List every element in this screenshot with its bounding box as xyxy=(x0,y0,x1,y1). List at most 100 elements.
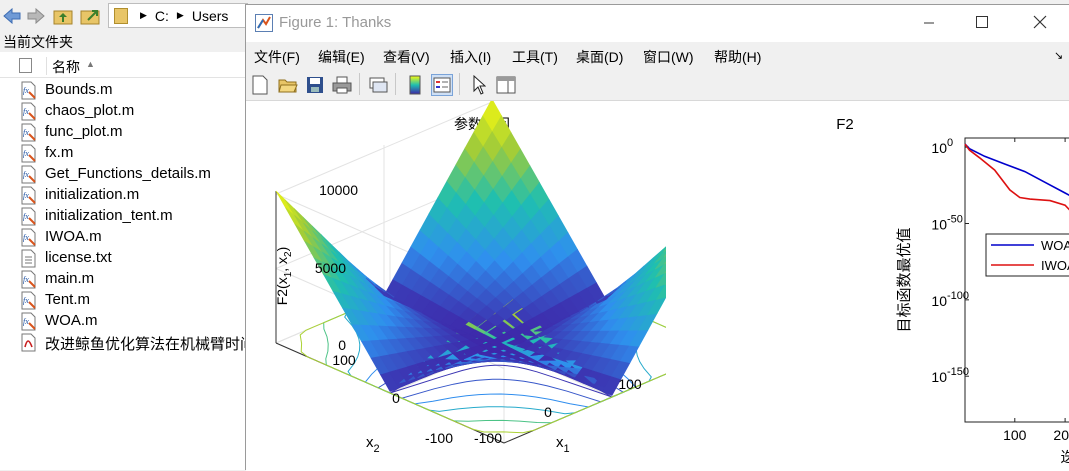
file-name: initialization_tent.m xyxy=(45,207,173,224)
menu-tools[interactable]: 工具(T) xyxy=(512,47,558,67)
surface-axes[interactable]: 参数空间 10000 5000 0 F2(x1, x2) 100 0 -100 … xyxy=(246,101,666,471)
menu-insert[interactable]: 插入(I) xyxy=(450,47,491,67)
file-list-item[interactable]: fx IWOA.m xyxy=(0,227,246,248)
x1-tick-label: 0 xyxy=(544,404,552,420)
title-bar[interactable]: Figure 1: Thanks xyxy=(246,5,1069,42)
property-editor-icon[interactable] xyxy=(495,74,517,96)
m-file-icon: fx xyxy=(20,207,38,226)
file-list: fx Bounds.m fx chaos_plot.m fx func_plot.m fx f… xyxy=(0,80,255,470)
link-plot-icon[interactable] xyxy=(367,74,389,96)
file-list-item[interactable]: fx initialization.m xyxy=(0,185,246,206)
m-file-icon: fx xyxy=(20,186,38,205)
toolbar-separator xyxy=(395,73,396,95)
x2-tick-label: 100 xyxy=(332,352,356,368)
browse-folder-icon[interactable] xyxy=(80,6,100,26)
y-tick-label: 10 xyxy=(931,293,947,309)
close-button[interactable] xyxy=(1018,5,1064,42)
figure-window: Figure 1: Thanks 文件(F) 编辑(E) 查看(V) 插入(I)… xyxy=(245,4,1069,471)
colorbar-icon[interactable] xyxy=(404,74,426,96)
open-file-icon[interactable] xyxy=(277,74,299,96)
pdf-file-icon xyxy=(20,333,38,352)
file-list-item[interactable]: fx func_plot.m xyxy=(0,122,246,143)
file-list-item[interactable]: fx Get_Functions_details.m xyxy=(0,164,246,185)
maximize-button[interactable] xyxy=(958,5,1004,42)
menu-help[interactable]: 帮助(H) xyxy=(714,47,761,67)
y-tick-label: 10 xyxy=(931,140,947,156)
surface-face xyxy=(275,190,295,216)
new-figure-icon[interactable] xyxy=(249,74,271,96)
file-list-item[interactable]: fx WOA.m xyxy=(0,311,246,332)
x-axis-label: 迭代次数 xyxy=(1060,449,1069,466)
file-name: main.m xyxy=(45,270,95,287)
menu-bar: 文件(F) 编辑(E) 查看(V) 插入(I) 工具(T) 桌面(D) 窗口(W… xyxy=(246,42,1069,68)
m-file-icon: fx xyxy=(20,123,38,142)
path-segment-users[interactable]: Users xyxy=(192,8,229,24)
column-header[interactable]: 名称 ▲ xyxy=(0,53,246,78)
menu-desktop[interactable]: 桌面(D) xyxy=(576,47,623,67)
svg-text:fx: fx xyxy=(23,149,29,158)
address-bar[interactable]: ▶ C: ▶ Users xyxy=(108,3,248,28)
x-tick-label: 100 xyxy=(1003,427,1027,443)
file-name: func_plot.m xyxy=(45,123,123,140)
chevron-right-icon: ▶ xyxy=(140,10,147,20)
toolbar-separator xyxy=(459,73,460,95)
x2-tick-label: -100 xyxy=(425,430,453,446)
y-tick-label: 10 xyxy=(931,217,947,233)
menu-file[interactable]: 文件(F) xyxy=(254,47,300,67)
panel-title: 当前文件夹 xyxy=(0,32,246,52)
menu-window[interactable]: 窗口(W) xyxy=(643,47,694,67)
file-list-item[interactable]: 改进鲸鱼优化算法在机械臂时间 xyxy=(0,332,255,353)
convergence-axes[interactable]: F2 10020030040050010010-5010-10010-150 迭… xyxy=(641,101,1069,471)
svg-text:fx: fx xyxy=(23,212,29,221)
menu-view[interactable]: 查看(V) xyxy=(383,47,430,67)
y-tick-label: 10 xyxy=(931,369,947,385)
y-tick-exponent: 0 xyxy=(947,137,953,149)
save-icon[interactable] xyxy=(304,74,326,96)
svg-text:fx: fx xyxy=(23,233,29,242)
y-tick-exponent: -50 xyxy=(947,214,963,226)
pointer-icon[interactable] xyxy=(468,74,490,96)
svg-text:fx: fx xyxy=(23,317,29,326)
dock-arrow-icon[interactable]: ↘ xyxy=(1054,49,1063,62)
file-list-item[interactable]: fx Bounds.m xyxy=(0,80,246,101)
file-list-item[interactable]: fx Tent.m xyxy=(0,290,246,311)
path-segment-drive[interactable]: C: xyxy=(155,8,169,24)
legend-label: IWOA xyxy=(1041,258,1069,273)
svg-text:fx: fx xyxy=(23,275,29,284)
plot-area xyxy=(964,137,1069,423)
m-file-icon: fx xyxy=(20,228,38,247)
svg-text:fx: fx xyxy=(23,170,29,179)
folder-toolbar: ▶ C: ▶ Users xyxy=(0,0,248,32)
file-name: initialization.m xyxy=(45,186,140,203)
file-list-item[interactable]: fx fx.m xyxy=(0,143,246,164)
print-icon[interactable] xyxy=(331,74,353,96)
file-list-item[interactable]: fx main.m xyxy=(0,269,246,290)
z-tick-label: 5000 xyxy=(315,260,346,276)
file-name: 改进鲸鱼优化算法在机械臂时间 xyxy=(45,336,256,353)
m-file-icon: fx xyxy=(20,102,38,121)
back-arrow-icon[interactable] xyxy=(2,6,22,26)
file-name: Get_Functions_details.m xyxy=(45,165,211,182)
legend-icon[interactable] xyxy=(431,74,453,96)
menu-edit[interactable]: 编辑(E) xyxy=(318,47,365,67)
matlab-logo-icon xyxy=(255,14,273,32)
legend[interactable]: WOA IWOA xyxy=(985,233,1069,277)
minimize-button[interactable] xyxy=(906,5,952,42)
file-list-item[interactable]: license.txt xyxy=(0,248,246,269)
x2-axis-label: x2 xyxy=(366,434,380,455)
m-file-icon: fx xyxy=(20,291,38,310)
x2-tick-label: 0 xyxy=(392,390,400,406)
up-folder-icon[interactable] xyxy=(53,6,73,26)
x1-tick-label: 100 xyxy=(618,376,642,392)
file-list-item[interactable]: fx chaos_plot.m xyxy=(0,101,246,122)
figure-toolbar xyxy=(246,68,1069,101)
chart-title: F2 xyxy=(836,116,854,133)
name-column-label[interactable]: 名称 xyxy=(52,57,80,77)
text-file-icon xyxy=(20,249,38,268)
svg-text:fx: fx xyxy=(23,296,29,305)
file-list-item[interactable]: fx initialization_tent.m xyxy=(0,206,246,227)
folder-icon xyxy=(114,7,128,24)
forward-arrow-icon[interactable] xyxy=(26,6,46,26)
file-name: WOA.m xyxy=(45,312,98,329)
toolbar-separator xyxy=(359,73,360,95)
